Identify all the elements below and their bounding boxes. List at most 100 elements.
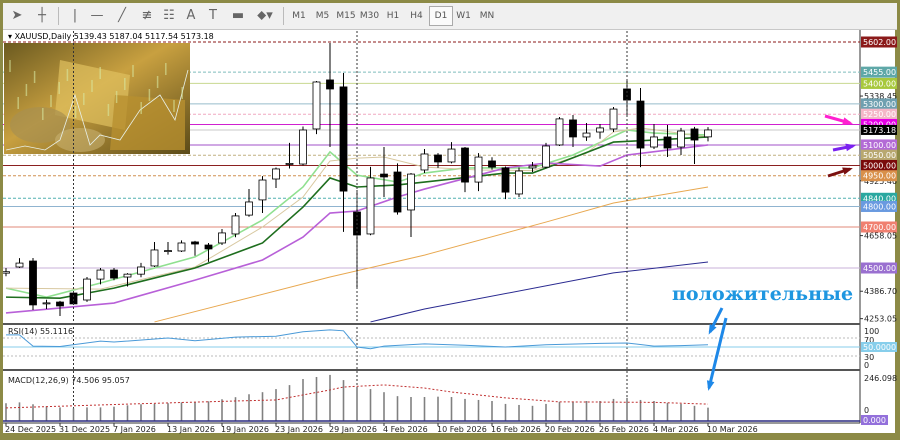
- candle-2026-01-20[interactable]: [231, 213, 240, 238]
- price-tick-label: 4658.05: [864, 232, 897, 241]
- price-tick-label: 4386.70: [864, 287, 897, 296]
- candle-body-bear: [204, 244, 213, 250]
- candle-body-bull: [704, 129, 712, 138]
- date-label: 31 Dec 2025: [59, 425, 110, 434]
- candle-body-bear: [110, 269, 118, 279]
- candle-body-bull: [83, 278, 91, 301]
- candle-body-bull: [515, 170, 523, 195]
- candle-body-bear: [69, 292, 78, 305]
- candle-2026-01-02[interactable]: [69, 291, 78, 305]
- candle-2026-02-18[interactable]: [515, 167, 523, 198]
- chart-symbol-header: ▾ XAUUSD,Daily 5139.43 5187.04 5117.54 5…: [8, 32, 214, 41]
- candle-body-bear: [326, 79, 334, 90]
- candle-body-bull: [150, 249, 159, 267]
- candle-body-bear: [569, 119, 577, 138]
- rsi-axis-label: 100: [864, 327, 879, 336]
- candle-body-bull: [245, 201, 253, 216]
- macd-label: MACD(12,26,9) 74.506 95.057: [8, 376, 130, 385]
- candle-body-bull: [312, 81, 321, 130]
- candle-body-bull: [137, 266, 145, 275]
- candle-body-bear: [339, 86, 348, 192]
- candle-body-bull: [677, 130, 685, 148]
- candle-2026-02-23[interactable]: [555, 117, 564, 146]
- date-label: 24 Dec 2025: [5, 425, 56, 434]
- candle-2026-02-20[interactable]: [542, 142, 550, 169]
- candle-body-bull: [596, 127, 604, 133]
- price-chart[interactable]: ▾ XAUUSD,Daily 5139.43 5187.04 5117.54 5…: [0, 0, 900, 440]
- ohlc-values: 5139.43 5187.04 5117.54 5173.18: [71, 32, 214, 41]
- candle-body-bull: [177, 242, 186, 252]
- candle-body-bear: [434, 154, 442, 163]
- level-price-label: 4800.00: [863, 202, 896, 211]
- candle-body-bull: [164, 250, 172, 252]
- candle-2026-01-27[interactable]: [299, 126, 307, 166]
- candle-body-bear: [488, 160, 496, 168]
- candle-body-bull: [123, 273, 132, 278]
- candle-body-bull: [582, 132, 591, 138]
- date-label: 19 Jan 2026: [221, 425, 269, 434]
- candle-body-bull: [258, 179, 267, 201]
- level-price-label: 5050.00: [863, 151, 896, 160]
- level-price-label: 4700.00: [863, 223, 896, 232]
- candle-body-bull: [272, 168, 280, 180]
- pane-divider: [3, 369, 860, 371]
- annotation-text: положительные: [672, 283, 853, 305]
- level-price-label: 5602.00: [863, 38, 896, 47]
- candle-body-bull: [3, 271, 10, 274]
- candle-body-bull: [285, 163, 294, 165]
- level-price-label: 5455.00: [863, 68, 896, 77]
- level-price-label: 4500.00: [863, 264, 896, 273]
- candle-body-bull: [299, 129, 307, 165]
- gold-bars-background-image: [4, 43, 190, 154]
- level-price-label: 5000.00: [863, 161, 896, 170]
- date-label: 16 Feb 2026: [491, 425, 541, 434]
- candle-body-bear: [380, 173, 388, 178]
- candle-2025-12-29[interactable]: [29, 257, 37, 311]
- candle-body-bull: [609, 108, 618, 130]
- candle-body-bear: [636, 100, 645, 149]
- symbol-label: XAUUSD,Daily: [15, 32, 72, 41]
- candle-body-bear: [623, 88, 631, 101]
- date-label: 10 Mar 2026: [707, 425, 758, 434]
- rsi-axis-label: 0: [864, 361, 869, 370]
- pane-divider: [3, 323, 860, 325]
- date-label: 4 Feb 2026: [383, 425, 428, 434]
- candle-2026-02-27[interactable]: [609, 107, 618, 133]
- level-price-label: 5300.00: [863, 100, 896, 109]
- date-label: 13 Jan 2026: [167, 425, 215, 434]
- window-frame-bottom: [0, 433, 900, 440]
- candle-body-bear: [690, 128, 699, 141]
- candle-body-bear: [191, 241, 199, 245]
- date-label: 20 Feb 2026: [545, 425, 595, 434]
- candle-body-bull: [15, 262, 24, 268]
- candle-body-bull: [420, 153, 429, 171]
- candle-body-bear: [56, 301, 64, 307]
- date-label: 4 Mar 2026: [653, 425, 699, 434]
- level-price-label: 4950.00: [863, 172, 896, 181]
- rsi-label: RSI(14) 55.1116: [8, 327, 73, 336]
- level-price-label: 5400.00: [863, 79, 896, 88]
- macd-value-label: 0.000: [863, 416, 886, 425]
- date-label: 10 Feb 2026: [437, 425, 487, 434]
- candle-body-bear: [461, 147, 469, 183]
- level-price-label: 5250.00: [863, 110, 896, 119]
- price-tick-label: 4253.05: [864, 315, 897, 324]
- candle-body-bull: [528, 165, 537, 169]
- candle-body-bull: [447, 148, 456, 163]
- date-label: 7 Jan 2026: [113, 425, 156, 434]
- rsi-mid-label: 50.0000: [863, 343, 896, 352]
- current-price-label: 5173.18: [863, 126, 896, 135]
- candle-body-bull: [218, 232, 226, 244]
- candle-2026-01-05[interactable]: [83, 277, 91, 302]
- candle-body-bear: [29, 260, 37, 306]
- candle-body-bull: [650, 136, 658, 148]
- candle-body-bear: [663, 136, 672, 149]
- macd-zero-label: 0: [864, 406, 869, 415]
- candle-body-bull: [366, 177, 375, 235]
- date-label: 29 Jan 2026: [329, 425, 377, 434]
- macd-max-label: 246.098: [864, 374, 897, 383]
- date-label: 23 Jan 2026: [275, 425, 323, 434]
- candle-body-bull: [231, 215, 240, 235]
- candle-2026-01-28[interactable]: [312, 80, 321, 135]
- candle-body-bull: [474, 156, 483, 183]
